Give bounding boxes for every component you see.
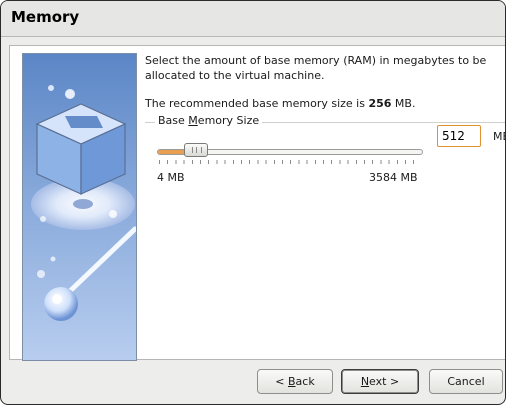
- base-memory-group: Base Memory Size MB 4 MB 3584 MB: [145, 114, 505, 203]
- wizard-footer: < Back Next > Cancel: [1, 360, 505, 404]
- recommended-value: 256: [368, 97, 392, 110]
- slider-max-label: 3584 MB: [369, 171, 418, 184]
- back-label-after: ack: [295, 375, 315, 388]
- legend-mnemonic: M: [188, 114, 198, 127]
- slider-ticks: [159, 160, 421, 164]
- next-button[interactable]: Next >: [341, 369, 419, 394]
- recommended-suffix: MB.: [391, 97, 416, 110]
- back-label-before: <: [275, 375, 288, 388]
- legend-text-before: Base: [158, 114, 189, 127]
- slider-handle[interactable]: [183, 143, 208, 157]
- memory-slider[interactable]: [157, 141, 423, 171]
- recommended-memory-text: The recommended base memory size is 256 …: [145, 97, 505, 110]
- next-mnemonic: N: [360, 375, 370, 388]
- back-button[interactable]: < Back: [257, 369, 333, 394]
- back-mnemonic: B: [288, 375, 296, 388]
- legend-text-after: emory Size: [197, 114, 260, 127]
- memory-description: Select the amount of base memory (RAM) i…: [145, 54, 487, 82]
- next-label-after: ext >: [369, 375, 400, 388]
- wizard-header: Memory: [1, 1, 505, 37]
- page-title: Memory: [11, 8, 80, 26]
- recommended-prefix: The recommended base memory size is: [145, 97, 369, 110]
- slider-min-label: 4 MB: [157, 171, 185, 184]
- base-memory-legend: Base Memory Size: [155, 114, 263, 127]
- wizard-content: Select the amount of base memory (RAM) i…: [9, 45, 505, 361]
- virtualbox-cube-icon: [22, 53, 137, 361]
- cancel-button[interactable]: Cancel: [429, 369, 503, 394]
- memory-unit-label: MB: [493, 130, 505, 143]
- memory-size-input[interactable]: [437, 125, 481, 147]
- wizard-dialog: Memory Select the amount of base memory …: [0, 0, 506, 405]
